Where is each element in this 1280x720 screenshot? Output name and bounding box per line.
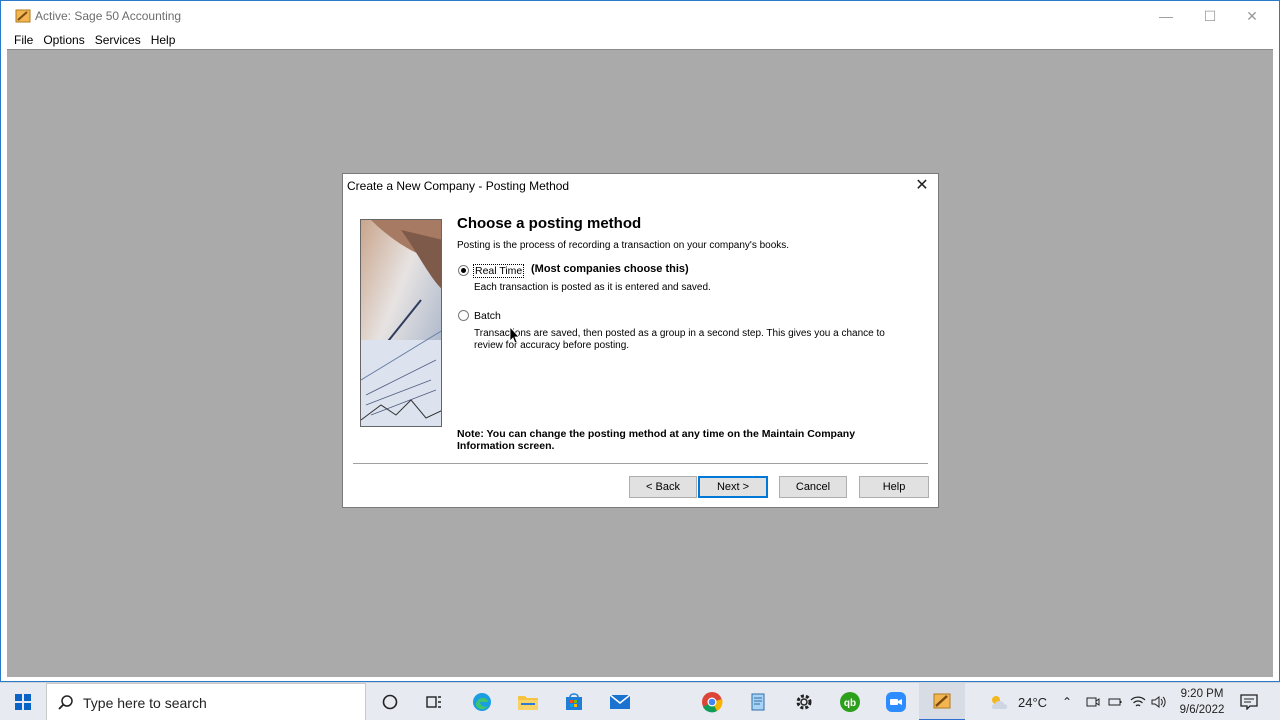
clock-date: 9/6/2022 <box>1179 704 1225 716</box>
microsoft-store-icon[interactable] <box>551 683 597 720</box>
dialog-title-bar: Create a New Company - Posting Method ✕ <box>343 174 938 198</box>
cortana-icon[interactable] <box>367 683 413 720</box>
posting-method-note: Note: You can change the posting method … <box>457 428 856 452</box>
start-button[interactable] <box>0 683 46 720</box>
real-time-description: Each transaction is posted as it is ente… <box>474 282 711 293</box>
dialog-title: Create a New Company - Posting Method <box>347 179 570 193</box>
search-icon <box>58 695 73 710</box>
app-title: Active: Sage 50 Accounting <box>35 9 182 23</box>
chrome-icon[interactable] <box>689 683 735 720</box>
separator <box>353 463 928 464</box>
wifi-icon[interactable] <box>1130 683 1146 720</box>
windows-logo-icon <box>15 694 31 710</box>
minimize-button[interactable]: — <box>1143 1 1189 31</box>
sage-app-icon <box>15 9 31 23</box>
battery-icon[interactable] <box>1108 683 1122 720</box>
close-app-button[interactable]: ✕ <box>1229 1 1275 31</box>
zoom-icon[interactable] <box>873 683 919 720</box>
menu-options[interactable]: Options <box>38 33 89 47</box>
mouse-cursor-icon <box>509 326 519 344</box>
weather-icon[interactable] <box>988 683 1012 720</box>
real-time-recommendation: (Most companies choose this) <box>531 263 689 275</box>
search-placeholder: Type here to search <box>83 695 207 711</box>
real-time-radio[interactable] <box>458 265 469 276</box>
dialog-subtext: Posting is the process of recording a tr… <box>457 240 790 251</box>
mail-icon[interactable] <box>597 683 643 720</box>
sage-taskbar-icon[interactable] <box>919 683 965 720</box>
wizard-side-image <box>360 219 442 427</box>
batch-label[interactable]: Batch <box>474 310 501 322</box>
cancel-button[interactable]: Cancel <box>779 476 847 498</box>
settings-gear-icon[interactable] <box>781 683 827 720</box>
hand-writing-illustration <box>361 220 441 426</box>
next-button[interactable]: Next > <box>698 476 768 498</box>
task-view-icon[interactable] <box>411 683 457 720</box>
file-explorer-icon[interactable] <box>505 683 551 720</box>
taskbar: Type here to search qb 24°C ⌃ 9:20 PM 9/… <box>0 682 1280 720</box>
notepad-icon[interactable] <box>735 683 781 720</box>
maximize-button[interactable]: ☐ <box>1187 1 1233 31</box>
taskbar-clock[interactable]: 9:20 PM 9/6/2022 <box>1172 686 1232 718</box>
title-bar: Active: Sage 50 Accounting — ☐ ✕ <box>1 1 1279 31</box>
dialog-heading: Choose a posting method <box>457 215 642 232</box>
posting-method-dialog: Create a New Company - Posting Method ✕ … <box>342 173 939 508</box>
menu-help[interactable]: Help <box>146 33 181 47</box>
svg-text:qb: qb <box>844 698 856 709</box>
taskbar-search-box[interactable]: Type here to search <box>46 683 366 720</box>
weather-temperature[interactable]: 24°C <box>1018 683 1047 720</box>
menu-services[interactable]: Services <box>90 33 146 47</box>
real-time-label[interactable]: Real Time <box>473 264 525 278</box>
help-button[interactable]: Help <box>859 476 929 498</box>
meet-now-icon[interactable] <box>1086 683 1100 720</box>
dialog-close-button[interactable]: ✕ <box>912 176 932 196</box>
show-hidden-icons-chevron-icon[interactable]: ⌃ <box>1062 683 1072 720</box>
clock-time: 9:20 PM <box>1180 688 1224 700</box>
batch-description: Transactions are saved, then posted as a… <box>474 328 885 351</box>
volume-icon[interactable] <box>1151 683 1167 720</box>
edge-browser-icon[interactable] <box>459 683 505 720</box>
quickbooks-icon[interactable]: qb <box>827 683 873 720</box>
notifications-icon[interactable] <box>1240 683 1258 720</box>
menu-file[interactable]: File <box>9 33 38 47</box>
batch-radio[interactable] <box>458 310 469 321</box>
menu-bar: File Options Services Help <box>1 31 1279 49</box>
back-button[interactable]: < Back <box>629 476 697 498</box>
